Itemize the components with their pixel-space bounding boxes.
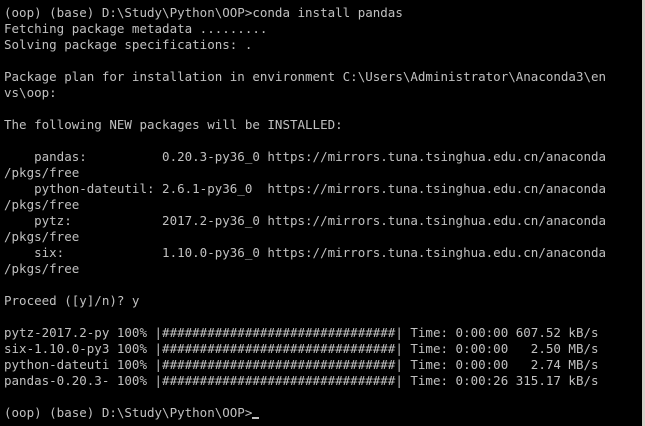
text-cursor: [252, 417, 260, 419]
prompt-text: (oop) (base) D:\Study\Python\OOP>: [4, 405, 253, 420]
output-line: Fetching package metadata .........: [4, 21, 268, 36]
output-line: Package plan for installation in environ…: [4, 69, 607, 84]
package-line: /pkgs/free: [4, 165, 80, 180]
terminal-window[interactable]: (oop) (base) D:\Study\Python\OOP>conda i…: [0, 0, 645, 426]
package-line: six: 1.10.0-py36_0 https://mirrors.tuna.…: [4, 245, 607, 260]
progress-line: pandas-0.20.3- 100% |###################…: [4, 373, 599, 388]
progress-line: six-1.10.0-py3 100% |###################…: [4, 341, 599, 356]
progress-line: python-dateuti 100% |###################…: [4, 357, 599, 372]
proceed-prompt: Proceed ([y]/n)? y: [4, 293, 140, 308]
output-line: vs\oop:: [4, 85, 57, 100]
progress-line: pytz-2017.2-py 100% |###################…: [4, 325, 599, 340]
command-line: (oop) (base) D:\Study\Python\OOP>conda i…: [4, 5, 403, 20]
output-line: The following NEW packages will be INSTA…: [4, 117, 343, 132]
package-line: pytz: 2017.2-py36_0 https://mirrors.tuna…: [4, 213, 607, 228]
package-line: pandas: 0.20.3-py36_0 https://mirrors.tu…: [4, 149, 607, 164]
output-line: Solving package specifications: .: [4, 37, 253, 52]
package-line: python-dateutil: 2.6.1-py36_0 https://mi…: [4, 181, 607, 196]
package-line: /pkgs/free: [4, 197, 80, 212]
package-line: /pkgs/free: [4, 261, 80, 276]
prompt-line[interactable]: (oop) (base) D:\Study\Python\OOP>: [4, 405, 645, 421]
package-line: /pkgs/free: [4, 229, 80, 244]
